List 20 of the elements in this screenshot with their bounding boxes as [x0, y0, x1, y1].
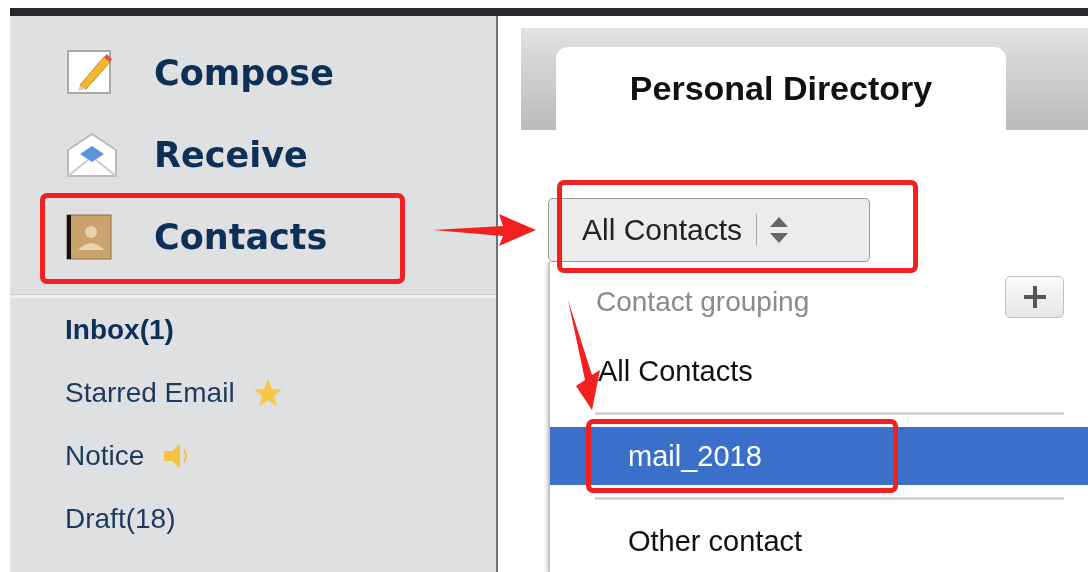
- add-group-button[interactable]: [1005, 276, 1064, 318]
- star-icon: [252, 377, 283, 408]
- dropdown-heading: Contact grouping: [596, 286, 810, 319]
- folder-link[interactable]: Notice: [65, 439, 145, 472]
- dropdown-option[interactable]: Other contact: [550, 512, 1088, 570]
- sidebar-action[interactable]: Compose: [154, 53, 334, 93]
- folder-link[interactable]: Starred Email: [65, 376, 235, 409]
- envelope-icon: [66, 132, 118, 178]
- plus-icon: [1022, 285, 1047, 309]
- dropdown-option[interactable]: All Contacts: [550, 342, 1088, 400]
- up-down-caret-icon: [769, 215, 790, 245]
- folder-link[interactable]: Inbox(1): [65, 313, 174, 346]
- address-book-icon: [66, 214, 112, 260]
- pencil-note-icon: [66, 49, 114, 97]
- sidebar-action[interactable]: Contacts: [154, 217, 328, 257]
- directory-tab[interactable]: Personal Directory: [556, 47, 1006, 130]
- group-select[interactable]: All Contacts: [548, 198, 870, 262]
- dropdown-option[interactable]: mail_2018: [550, 427, 1088, 485]
- sidebar-action[interactable]: Receive: [154, 135, 308, 175]
- folder-link[interactable]: Draft(18): [65, 502, 176, 535]
